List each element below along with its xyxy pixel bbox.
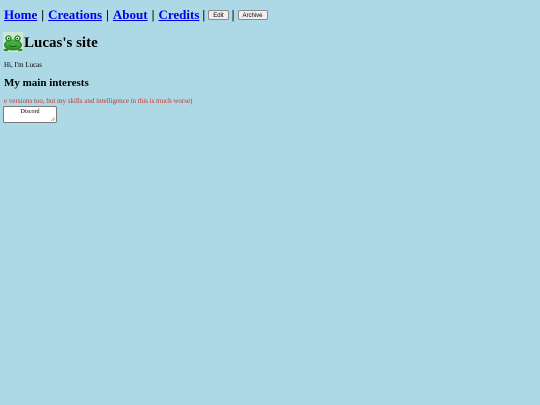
greeting-text: Hi, I'm Lucas <box>4 61 43 69</box>
interests-heading: My main interests <box>4 77 89 89</box>
nav-separator: | <box>202 7 206 22</box>
site-header: Lucas's site <box>3 30 98 52</box>
nav-separator: | <box>231 7 235 22</box>
edit-button[interactable]: Edit <box>208 10 229 20</box>
archive-button[interactable]: Archive <box>237 10 268 20</box>
discord-widget[interactable]: Discord <box>3 106 57 123</box>
discord-label: Discord <box>20 109 40 115</box>
site-title: Lucas's site <box>24 35 98 51</box>
nav-separator: | <box>106 7 109 22</box>
nav-separator: | <box>41 7 45 22</box>
interests-marquee-text: e versions too, but my skills and intell… <box>4 97 193 105</box>
nav-link-creations[interactable]: Creations <box>48 7 102 23</box>
nav-link-about[interactable]: About <box>113 7 148 23</box>
nav-link-credits[interactable]: Credits <box>158 7 199 23</box>
top-nav: Home | Creations | About | Credits | Edi… <box>4 7 268 23</box>
resize-handle-icon[interactable] <box>51 117 55 121</box>
frog-icon <box>3 32 23 52</box>
nav-separator: | <box>151 7 155 22</box>
nav-link-home[interactable]: Home <box>4 7 37 23</box>
page: Home | Creations | About | Credits | Edi… <box>0 0 540 405</box>
